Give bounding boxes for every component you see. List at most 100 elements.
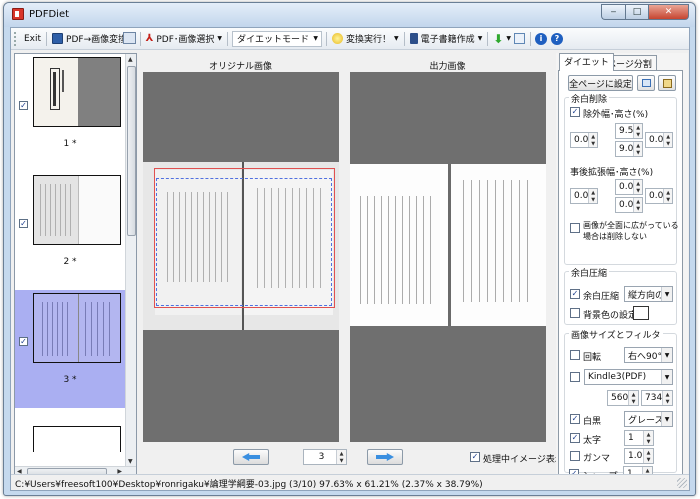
bgcolor-checkbox[interactable] xyxy=(570,308,580,318)
spin-arrows-icon[interactable]: ▲▼ xyxy=(643,431,653,445)
thumbnail-caption: 1 * xyxy=(63,139,77,149)
width-stepper[interactable]: 560 ▲ ▼ xyxy=(607,390,639,406)
spin-arrows-icon[interactable]: ▲▼ xyxy=(588,189,597,203)
expand-right-stepper[interactable]: 0.0 ▲ ▼ xyxy=(645,188,673,204)
no-delete-checkbox[interactable] xyxy=(570,223,580,233)
expand-right-value: 0.0 xyxy=(649,191,664,201)
exclude-bottom-stepper[interactable]: 9.0 ▲ ▼ xyxy=(615,141,643,157)
window-title: PDFDiet xyxy=(29,9,70,20)
exit-button[interactable]: Exit xyxy=(21,30,44,48)
thumbnail-image xyxy=(33,293,121,363)
spin-arrows-icon[interactable]: ▲▼ xyxy=(588,133,597,147)
exclude-right-value: 0.0 xyxy=(649,135,664,145)
compress-direction-select[interactable]: 縦方向のみ ▼ xyxy=(624,286,673,302)
scroll-down-icon[interactable]: ▼ xyxy=(128,458,133,465)
size-filter-group: 画像サイズとフィルタ 回転 右へ90° ▼ Kindle3(PDF) ▼ 560 ▲ ▼… xyxy=(564,328,677,473)
info-icon[interactable]: i xyxy=(535,32,547,45)
copy-icon[interactable] xyxy=(637,75,655,91)
exclude-label: 除外幅･高さ(%) xyxy=(583,110,649,120)
output-right-page xyxy=(451,164,546,326)
spin-arrows-icon[interactable]: ▲▼ xyxy=(663,189,672,203)
resize-grip-icon[interactable] xyxy=(677,478,687,488)
device-value: Kindle3(PDF) xyxy=(588,372,647,382)
execute-label: 変換実行！ xyxy=(346,35,392,45)
thumbnail-item-selected[interactable]: ✓ 3 * xyxy=(15,290,125,408)
ebook-label: 電子書籍作成 xyxy=(420,35,475,45)
help-icon[interactable]: ? xyxy=(551,32,563,45)
bw-checkbox[interactable]: ✓ xyxy=(570,414,580,424)
exclude-checkbox[interactable]: ✓ xyxy=(570,107,580,117)
thumbnail-checkbox[interactable]: ✓ xyxy=(19,219,28,228)
expand-bottom-stepper[interactable]: 0.0 ▲ ▼ xyxy=(615,197,643,213)
bold-stepper[interactable]: 1 ▲ ▼ xyxy=(624,430,654,446)
rotate-select[interactable]: 右へ90° ▼ xyxy=(624,347,673,363)
app-icon xyxy=(12,8,24,20)
toolbar: Exit PDF→画像変換▼ ⅄ PDF･画像選択▼ ダイエットモード▼ 変換実… xyxy=(11,28,689,50)
thumbnail-item[interactable]: ✓ 1 * xyxy=(15,54,125,170)
rotate-checkbox[interactable] xyxy=(570,350,580,360)
thumbnail-item[interactable] xyxy=(15,412,125,452)
status-bar: C:¥Users¥freesoft100¥Desktop¥ronrigaku¥論… xyxy=(11,474,689,490)
spin-arrows-icon[interactable]: ▲▼ xyxy=(662,391,672,405)
exclude-left-stepper[interactable]: 0.0 ▲ ▼ xyxy=(570,132,598,148)
ebook-button[interactable]: 電子書籍作成 ▼ xyxy=(407,30,486,48)
device-select[interactable]: Kindle3(PDF) ▼ xyxy=(584,369,673,385)
page-number-stepper[interactable]: 3 ▲ ▼ xyxy=(303,449,347,465)
bgcolor-swatch[interactable] xyxy=(633,306,649,320)
device-checkbox[interactable] xyxy=(570,372,580,382)
scroll-up-icon[interactable]: ▲ xyxy=(128,56,133,63)
compress-checkbox[interactable]: ✓ xyxy=(570,289,580,299)
dropdown-caret-icon: ▼ xyxy=(506,35,511,42)
toolbar-separator xyxy=(403,31,405,46)
vertical-scroll-thumb[interactable] xyxy=(127,66,136,236)
spin-arrows-icon[interactable]: ▲▼ xyxy=(663,133,672,147)
maximize-button[interactable]: □ xyxy=(625,4,649,20)
thumbnail-caption: 3 * xyxy=(63,375,77,385)
prev-page-button[interactable] xyxy=(233,449,269,465)
thumbnail-checkbox[interactable]: ✓ xyxy=(19,101,28,110)
mode-select-value: ダイエットモード xyxy=(237,35,309,45)
status-text: C:¥Users¥freesoft100¥Desktop¥ronrigaku¥論… xyxy=(15,480,483,490)
output-page-area xyxy=(350,164,546,326)
close-button[interactable]: ✕ xyxy=(649,4,689,20)
thumbnail-item[interactable]: ✓ 2 * xyxy=(15,172,125,288)
minimize-button[interactable]: ‒ xyxy=(601,4,625,20)
arrow-left-icon xyxy=(242,453,260,461)
pdf-image-select-button[interactable]: ⅄ PDF･画像選択 ▼ xyxy=(143,30,225,48)
tab-diet[interactable]: ダイエット xyxy=(559,53,614,71)
next-page-button[interactable] xyxy=(367,449,403,465)
thumbnail-grid-button[interactable] xyxy=(123,32,136,44)
bold-checkbox[interactable]: ✓ xyxy=(570,433,580,443)
output-image-pane[interactable] xyxy=(350,72,546,442)
execute-button[interactable]: 変換実行！ ▼ xyxy=(329,30,402,48)
expand-left-stepper[interactable]: 0.0 ▲ ▼ xyxy=(570,188,598,204)
apply-all-pages-button[interactable]: 全ページに設定 xyxy=(568,75,633,91)
toolbar-separator xyxy=(139,31,141,46)
thumbnail-list[interactable]: ✓ 1 * ✓ 2 * ✓ 3 * ▲ ▼ ◀ ▶ xyxy=(14,53,137,478)
spin-arrows-icon[interactable]: ▲▼ xyxy=(628,391,638,405)
gamma-checkbox[interactable] xyxy=(570,451,580,461)
bgcolor-label: 背景色の設定 xyxy=(583,311,638,321)
crop-rectangle-blue[interactable] xyxy=(156,178,332,306)
show-processing-checkbox[interactable]: ✓ xyxy=(470,452,480,462)
spin-arrows-icon[interactable]: ▲▼ xyxy=(336,450,346,464)
spin-arrows-icon[interactable]: ▲▼ xyxy=(633,180,642,194)
spin-arrows-icon[interactable]: ▲▼ xyxy=(633,142,642,156)
thumbnail-image xyxy=(33,57,121,127)
mode-select[interactable]: ダイエットモード ▼ xyxy=(232,30,323,47)
bw-select[interactable]: グレースケール▼ xyxy=(624,411,673,427)
gamma-stepper[interactable]: 1.0 ▲ ▼ xyxy=(624,448,654,464)
expand-top-stepper[interactable]: 0.0 ▲ ▼ xyxy=(615,179,643,195)
download-button[interactable]: ⬇ ▼ xyxy=(490,30,528,48)
paste-icon[interactable] xyxy=(658,75,676,91)
thumbnail-checkbox[interactable]: ✓ xyxy=(19,337,28,346)
original-image-pane[interactable] xyxy=(143,72,339,442)
thumbnail-vertical-scrollbar[interactable]: ▲ ▼ xyxy=(125,54,136,467)
exclude-top-stepper[interactable]: 9.5 ▲ ▼ xyxy=(615,123,643,139)
spin-arrows-icon[interactable]: ▲▼ xyxy=(633,198,642,212)
chevron-down-icon: ▼ xyxy=(313,35,319,42)
exclude-right-stepper[interactable]: 0.0 ▲ ▼ xyxy=(645,132,673,148)
spin-arrows-icon[interactable]: ▲▼ xyxy=(633,124,642,138)
spin-arrows-icon[interactable]: ▲▼ xyxy=(643,449,653,463)
height-stepper[interactable]: 734 ▲ ▼ xyxy=(641,390,673,406)
